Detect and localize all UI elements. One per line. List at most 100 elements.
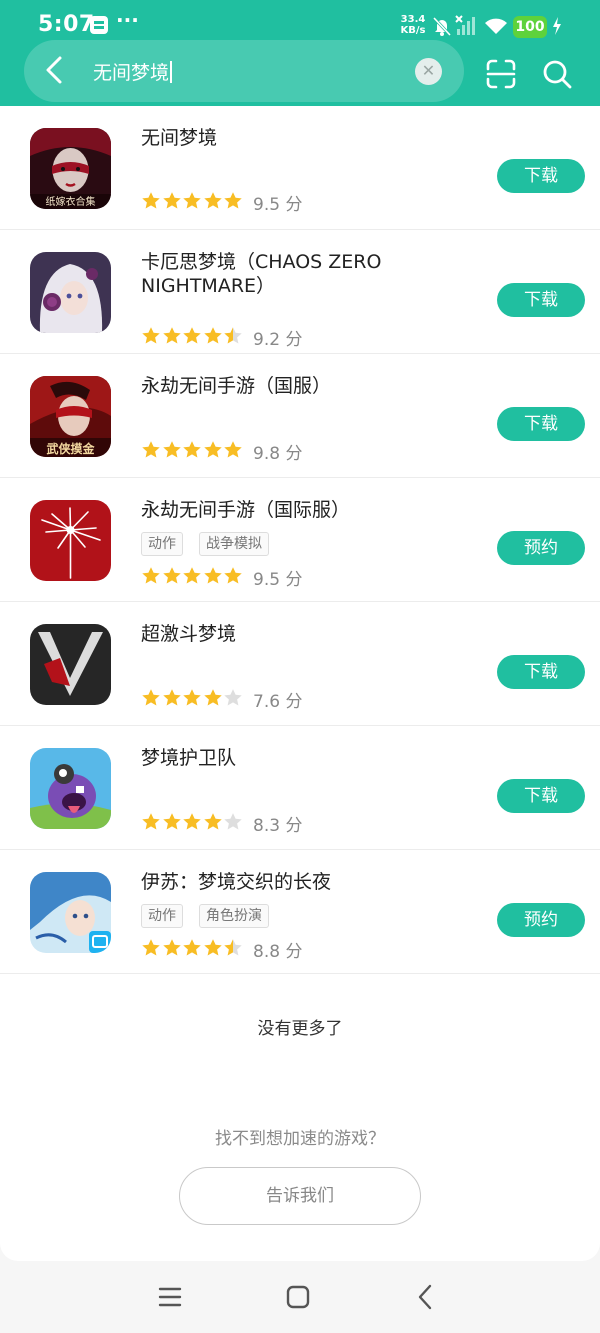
game-row[interactable]: 纸嫁衣合集 无间梦境 9.5 分 下载 (0, 106, 600, 230)
star-filled-icon (183, 939, 201, 956)
signal-icon (455, 15, 475, 35)
star-filled-icon (183, 192, 201, 209)
star-filled-icon (203, 689, 222, 706)
star-filled-icon (224, 192, 242, 209)
star-filled-icon (142, 939, 160, 956)
game-title: 伊苏：梦境交织的长夜 (141, 871, 332, 893)
star-filled-icon (203, 939, 222, 956)
star-filled-icon (183, 689, 201, 706)
search-query: 无间梦境 (93, 62, 170, 84)
back-icon[interactable] (411, 1282, 441, 1312)
network-speed-value: 33.4 (400, 14, 426, 25)
wallet-notification-icon (90, 16, 108, 34)
game-score: 9.5 分 (253, 195, 303, 215)
clear-search-button[interactable]: ✕ (415, 58, 442, 85)
star-filled-icon (183, 813, 201, 830)
star-filled-icon (203, 192, 222, 209)
game-row[interactable]: 超激斗梦境 7.6 分 下载 (0, 602, 600, 726)
star-filled-icon (162, 327, 181, 344)
wifi-icon (485, 18, 507, 34)
dark-theatre-mask-icon: 纸嫁衣合集 (30, 128, 111, 209)
download-button[interactable]: 下载 (497, 159, 585, 193)
more-notifications-icon: ··· (116, 8, 139, 32)
star-empty-icon (224, 813, 242, 830)
game-tag[interactable]: 动作 (141, 532, 183, 556)
game-tags: 动作 角色扮演 (141, 904, 285, 928)
game-tag[interactable]: 战争模拟 (199, 532, 269, 556)
game-tag[interactable]: 动作 (141, 904, 183, 928)
star-filled-icon (142, 567, 160, 584)
star-half-icon (224, 327, 242, 344)
app-header: 5:07 ··· 33.4 KB/s 100 无间梦境 ✕ (0, 0, 600, 106)
star-filled-icon (162, 567, 181, 584)
masked-warrior-icon: 武侠摸金 (30, 376, 111, 457)
icon-caption: 纸嫁衣合集 (46, 195, 96, 208)
search-results: 纸嫁衣合集 无间梦境 9.5 分 下载 卡厄思梦境（CHAOS ZERO NIG… (0, 106, 600, 1261)
download-button[interactable]: 下载 (497, 283, 585, 317)
star-filled-icon (162, 192, 181, 209)
battery-level: 100 (513, 16, 547, 38)
recent-apps-icon[interactable] (155, 1282, 185, 1312)
download-button[interactable]: 下载 (497, 655, 585, 689)
icon-caption: 武侠摸金 (46, 441, 95, 456)
search-icon[interactable] (541, 58, 573, 90)
game-row[interactable]: 武侠摸金 永劫无间手游（国服） 9.8 分 下载 (0, 354, 600, 478)
game-title: 卡厄思梦境（CHAOS ZERO NIGHTMARE） (141, 251, 382, 297)
status-time: 5:07 (38, 12, 95, 37)
star-filled-icon (203, 813, 222, 830)
game-score: 9.5 分 (253, 570, 303, 590)
text-cursor (170, 61, 172, 83)
game-score: 7.6 分 (253, 692, 303, 712)
network-speed-unit: KB/s (400, 25, 426, 36)
star-filled-icon (162, 689, 181, 706)
star-filled-icon (183, 567, 201, 584)
star-half-icon (224, 939, 242, 956)
game-score: 8.8 分 (253, 942, 303, 962)
star-filled-icon (162, 813, 181, 830)
search-input[interactable]: 无间梦境 (93, 58, 172, 85)
game-score: 9.8 分 (253, 444, 303, 464)
system-nav-bar (0, 1262, 600, 1333)
star-filled-icon (162, 441, 181, 458)
purple-monster-icon (30, 748, 111, 829)
star-filled-icon (142, 441, 160, 458)
star-filled-icon (183, 327, 201, 344)
star-filled-icon (203, 441, 222, 458)
star-filled-icon (224, 441, 242, 458)
red-spider-lily-icon (30, 500, 111, 581)
charging-bolt-icon (553, 17, 561, 35)
not-found-prompt: 找不到想加速的游戏？ (215, 1129, 385, 1149)
download-button[interactable]: 下载 (497, 779, 585, 813)
star-filled-icon (203, 327, 222, 344)
star-filled-icon (142, 689, 160, 706)
end-of-list-text: 没有更多了 (257, 1019, 343, 1039)
white-haired-girl-icon (30, 252, 111, 333)
game-row[interactable]: 伊苏：梦境交织的长夜 动作 角色扮演 8.8 分 预约 (0, 850, 600, 974)
game-row[interactable]: 卡厄思梦境（CHAOS ZERO NIGHTMARE） 9.2 分 下载 (0, 230, 600, 354)
tell-us-button[interactable]: 告诉我们 (179, 1167, 421, 1225)
star-filled-icon (142, 192, 160, 209)
reserve-button[interactable]: 预约 (497, 531, 585, 565)
star-filled-icon (142, 327, 160, 344)
game-row[interactable]: 永劫无间手游（国际服） 动作 战争模拟 9.5 分 预约 (0, 478, 600, 602)
scan-icon[interactable] (485, 58, 517, 90)
silver-v-logo-icon (30, 624, 111, 705)
star-filled-icon (183, 441, 201, 458)
star-filled-icon (203, 567, 222, 584)
download-button[interactable]: 下载 (497, 407, 585, 441)
mute-bell-icon (432, 16, 452, 37)
game-title: 永劫无间手游（国服） (141, 375, 332, 397)
game-score: 9.2 分 (253, 330, 303, 350)
game-tag[interactable]: 角色扮演 (199, 904, 269, 928)
game-title: 永劫无间手游（国际服） (141, 499, 351, 521)
back-arrow-icon[interactable] (38, 52, 72, 88)
game-title: 梦境护卫队 (141, 747, 237, 769)
reserve-button[interactable]: 预约 (497, 903, 585, 937)
star-empty-icon (224, 689, 242, 706)
search-bar[interactable] (24, 40, 464, 102)
game-title: 超激斗梦境 (141, 623, 237, 645)
star-filled-icon (142, 813, 160, 830)
game-row[interactable]: 梦境护卫队 8.3 分 下载 (0, 726, 600, 850)
home-icon[interactable] (283, 1282, 313, 1312)
star-filled-icon (162, 939, 181, 956)
